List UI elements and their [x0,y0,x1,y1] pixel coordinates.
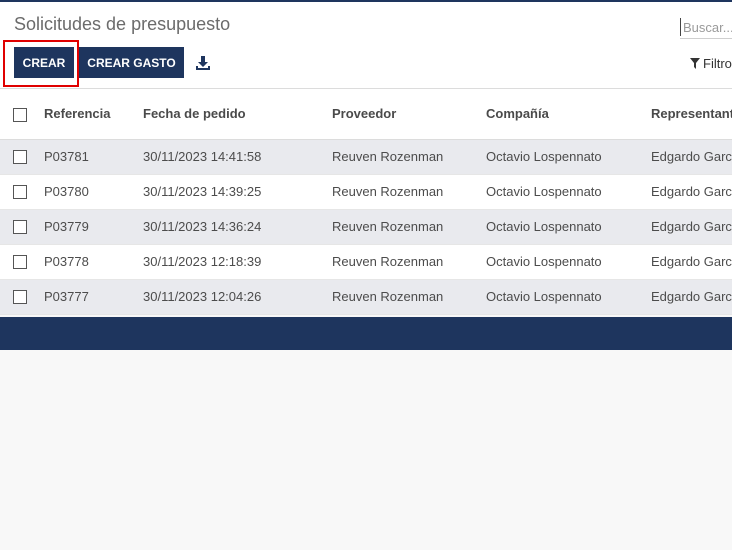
table-row[interactable]: P03779 30/11/2023 14:36:24 Reuven Rozenm… [0,209,732,244]
cell-order-date: 30/11/2023 14:39:25 [143,184,262,199]
cell-company: Octavio Lospennato [486,149,602,164]
cell-vendor: Reuven Rozenman [332,184,444,199]
cell-representative: Edgardo García [651,254,732,269]
cell-reference: P03781 [44,149,89,164]
filter-icon [690,58,700,69]
column-header-representative[interactable]: Representante [651,89,732,139]
cell-reference: P03780 [44,184,89,199]
column-header-company[interactable]: Compañía [486,89,651,139]
cell-vendor: Reuven Rozenman [332,219,444,234]
row-checkbox[interactable] [13,185,27,200]
row-checkbox[interactable] [13,255,27,270]
cell-order-date: 30/11/2023 14:36:24 [143,219,262,234]
column-header-vendor[interactable]: Proveedor [332,89,486,139]
table-header-row: Referencia Fecha de pedido Proveedor Com… [0,89,732,139]
cell-reference: P03779 [44,219,89,234]
filter-button[interactable]: Filtro [690,56,732,71]
search-input[interactable] [680,18,732,36]
table-footer [0,317,732,350]
row-checkbox[interactable] [13,150,27,165]
cell-company: Octavio Lospennato [486,254,602,269]
cell-reference: P03778 [44,254,89,269]
cell-order-date: 30/11/2023 14:41:58 [143,149,262,164]
column-header-reference[interactable]: Referencia [44,89,143,139]
control-panel: Solicitudes de presupuesto CREAR CREAR G… [0,2,732,89]
cell-vendor: Reuven Rozenman [332,254,444,269]
cell-reference: P03777 [44,289,89,304]
table-row[interactable]: P03780 30/11/2023 14:39:25 Reuven Rozenm… [0,174,732,209]
cell-vendor: Reuven Rozenman [332,149,444,164]
create-expense-button[interactable]: CREAR GASTO [79,47,184,78]
select-all-checkbox[interactable] [13,107,27,122]
cell-vendor: Reuven Rozenman [332,289,444,304]
cell-company: Octavio Lospennato [486,219,602,234]
row-checkbox[interactable] [13,220,27,235]
cell-representative: Edgardo García [651,149,732,164]
cell-order-date: 30/11/2023 12:04:26 [143,289,262,304]
cell-representative: Edgardo García [651,219,732,234]
cell-representative: Edgardo García [651,289,732,304]
row-checkbox[interactable] [13,290,27,305]
cell-company: Octavio Lospennato [486,289,602,304]
table-row[interactable]: P03777 30/11/2023 12:04:26 Reuven Rozenm… [0,279,732,314]
filter-label: Filtro [703,56,732,71]
cell-company: Octavio Lospennato [486,184,602,199]
cell-representative: Edgardo García [651,184,732,199]
select-all-cell [0,89,44,139]
list-table: Referencia Fecha de pedido Proveedor Com… [0,89,732,315]
create-button[interactable]: CREAR [14,47,74,78]
table-row[interactable]: P03778 30/11/2023 12:18:39 Reuven Rozenm… [0,244,732,279]
page-title: Solicitudes de presupuesto [14,14,231,34]
column-header-order-date[interactable]: Fecha de pedido [143,89,332,139]
download-icon[interactable] [194,54,212,72]
table-row[interactable]: P03781 30/11/2023 14:41:58 Reuven Rozenm… [0,139,732,174]
search-box[interactable] [680,18,732,39]
cell-order-date: 30/11/2023 12:18:39 [143,254,262,269]
